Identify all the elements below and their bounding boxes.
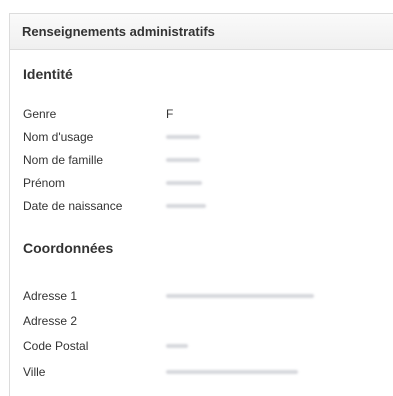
section-title-coordonnees: Coordonnées xyxy=(23,240,114,256)
field-row-genre: Genre F xyxy=(23,104,383,124)
field-row-prenom: Prénom xyxy=(23,173,383,193)
field-row-nom-usage: Nom d'usage xyxy=(23,127,383,147)
field-row-date-naissance: Date de naissance xyxy=(23,196,383,216)
redacted-value-nom-famille xyxy=(166,158,200,162)
redacted-value-prenom xyxy=(166,181,202,185)
field-label-code-postal: Code Postal xyxy=(23,339,89,353)
redacted-value-code-postal xyxy=(166,344,188,348)
redacted-value-nom-usage xyxy=(166,135,200,139)
field-row-adresse-1: Adresse 1 xyxy=(23,286,383,306)
field-row-adresse-2: Adresse 2 xyxy=(23,311,383,331)
panel-header: Renseignements administratifs xyxy=(10,14,393,50)
redacted-value-adresse-1 xyxy=(166,294,314,298)
field-label-genre: Genre xyxy=(23,107,57,121)
section-title-identite: Identité xyxy=(23,66,73,82)
field-row-ville: Ville xyxy=(23,362,383,382)
field-label-date-naissance: Date de naissance xyxy=(23,199,123,213)
field-row-code-postal: Code Postal xyxy=(23,336,383,356)
field-label-nom-famille: Nom de famille xyxy=(23,153,104,167)
redacted-value-ville xyxy=(166,370,298,374)
field-label-ville: Ville xyxy=(23,365,46,379)
field-label-adresse-1: Adresse 1 xyxy=(23,289,78,303)
field-row-nom-famille: Nom de famille xyxy=(23,150,383,170)
redacted-value-date-naissance xyxy=(166,204,206,208)
field-label-adresse-2: Adresse 2 xyxy=(23,314,78,328)
field-label-nom-usage: Nom d'usage xyxy=(23,130,94,144)
field-label-prenom: Prénom xyxy=(23,176,66,190)
field-value-genre: F xyxy=(166,107,174,121)
